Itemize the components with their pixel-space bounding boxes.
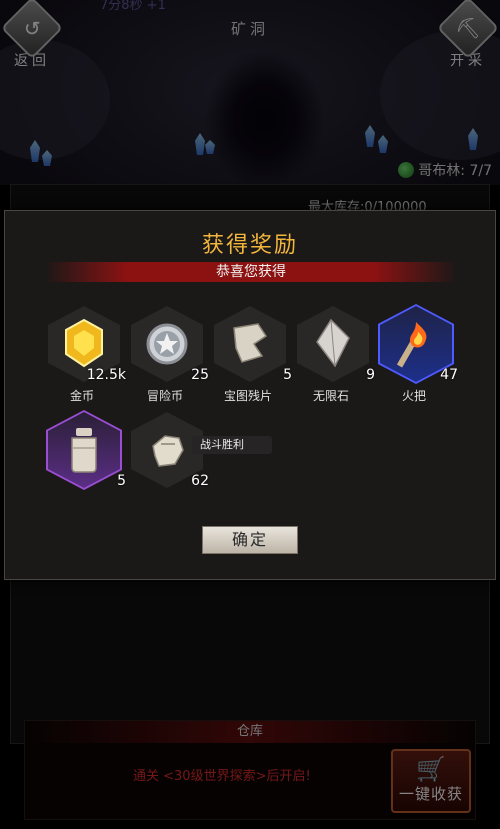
reward-name: 无限石 [312, 389, 349, 403]
dialog-title: 获得奖励 [201, 233, 298, 258]
reward-qty: 5 [117, 473, 126, 489]
reward-qty: 25 [191, 367, 209, 383]
reward-name: 火把 [401, 389, 426, 403]
dialog-subtitle: 恭喜您获得 [45, 262, 457, 282]
glove-icon [152, 435, 184, 467]
reward-item-gold[interactable]: 12.5k [48, 306, 126, 386]
confirm-button[interactable]: 确定 [202, 526, 298, 554]
reward-item-map-fragment[interactable]: 5 [214, 306, 292, 386]
reward-qty: 47 [440, 367, 458, 383]
reward-qty: 12.5k [86, 367, 126, 383]
map-fragment-icon [233, 323, 268, 363]
battle-victory-tooltip: 战斗胜利 [192, 436, 272, 454]
gold-gem-icon [65, 318, 103, 368]
reward-name: 宝图残片 [223, 389, 272, 403]
reward-qty: 9 [366, 367, 375, 383]
reward-qty: 62 [191, 473, 209, 489]
reward-item-torch[interactable]: 47 [378, 304, 458, 386]
crystal-stone-icon [316, 318, 350, 368]
reward-item-infinity-stone[interactable]: 9 [297, 306, 375, 386]
reward-name: 金币 [69, 389, 94, 403]
reward-name: 冒险币 [146, 389, 183, 403]
jar-icon [71, 428, 97, 473]
adventure-coin-icon [146, 323, 188, 365]
reward-qty: 5 [283, 367, 292, 383]
reward-item-adventure-coin[interactable]: 25 [131, 306, 209, 386]
reward-item-jar[interactable]: 5 [46, 410, 126, 492]
torch-icon [396, 322, 427, 368]
